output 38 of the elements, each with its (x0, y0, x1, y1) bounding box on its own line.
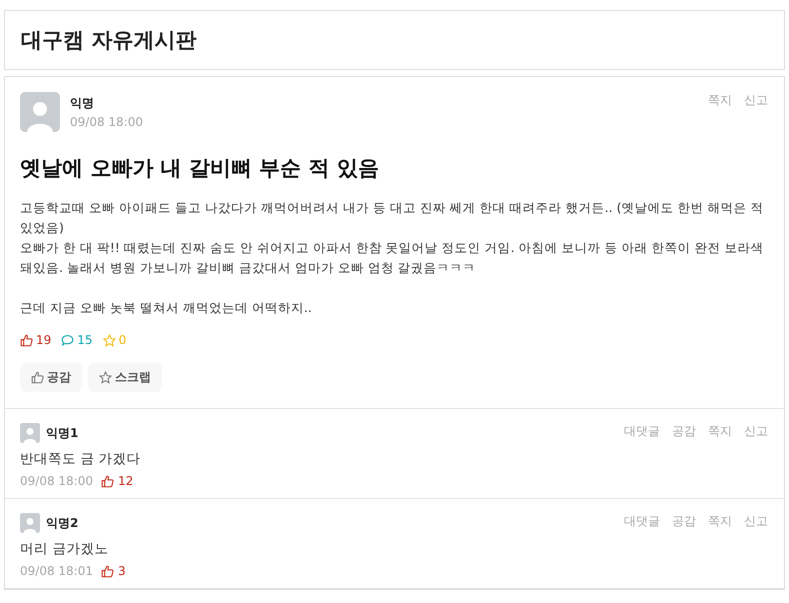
action-link[interactable]: 신고 (744, 423, 768, 440)
like-count: 3 (118, 564, 126, 578)
scrap-button[interactable]: 스크랩 (88, 363, 162, 392)
stat-count: 19 (36, 333, 52, 347)
speech-bubble-icon (61, 334, 74, 346)
action-link[interactable]: 신고 (744, 513, 768, 530)
action-link[interactable]: 쪽지 (708, 92, 732, 109)
like-button[interactable]: 공감 (20, 363, 82, 392)
action-link[interactable]: 쪽지 (708, 513, 732, 530)
star-icon (102, 334, 116, 346)
comment-text: 머리 금가겠노 (20, 540, 110, 558)
action-link[interactable]: 신고 (744, 92, 768, 109)
avatar-icon (20, 513, 40, 533)
avatar-icon (20, 423, 40, 443)
board-title: 대구캠 자유게시판 (21, 27, 196, 54)
comment-time: 09/08 18:01 (20, 564, 93, 578)
author-name: 익명 (70, 95, 95, 112)
stat-count: 0 (118, 333, 126, 347)
commenter-name: 익명1 (46, 424, 78, 442)
thumbs-up-icon (100, 564, 114, 578)
stat-count: 15 (77, 333, 93, 347)
avatar-icon (20, 92, 60, 132)
thumbs-up-icon (31, 371, 44, 384)
comment-time: 09/08 18:00 (20, 474, 93, 488)
star-icon (99, 371, 112, 384)
post-body: 고등학교때 오빠 아이패드 들고 나갔다가 깨먹어버려서 내가 등 대고 진짜 쎄게 한대 때려주라 했거든.. (옛날에도 한번 해먹은 적 있었음) 오빠가 한 대 팍!! 때렸는데 진짜 숨도 안 쉬어지고 아파서 한참 못일어날 정도인 거임. 아침에 보니까 등 아래 한쪽이 완전 보라색 돼있음. 놀래서 병원 가보니까 갈비뼈 금갔대서 엄마가 오빠 엄청 갈궜음ㅋㅋㅋ 근데 지금 오빠 놋북 떨쳐서 깨먹었는데 어떡하지.. (20, 199, 764, 317)
action-link[interactable]: 공감 (672, 423, 696, 440)
action-link[interactable]: 공감 (672, 513, 696, 530)
commenter-name: 익명2 (46, 514, 78, 532)
like-count: 12 (118, 474, 134, 488)
action-link[interactable]: 대댓글 (624, 423, 660, 440)
thumbs-up-icon (100, 474, 114, 488)
comment-text: 반대쪽도 금 가겠다 (20, 450, 142, 468)
action-link[interactable]: 쪽지 (708, 423, 732, 440)
action-link[interactable]: 대댓글 (624, 513, 660, 530)
post-title: 옛날에 오빠가 내 갈비뼈 부순 적 있음 (20, 155, 380, 182)
post-time: 09/08 18:00 (70, 115, 143, 129)
thumbs-up-icon (20, 334, 33, 346)
